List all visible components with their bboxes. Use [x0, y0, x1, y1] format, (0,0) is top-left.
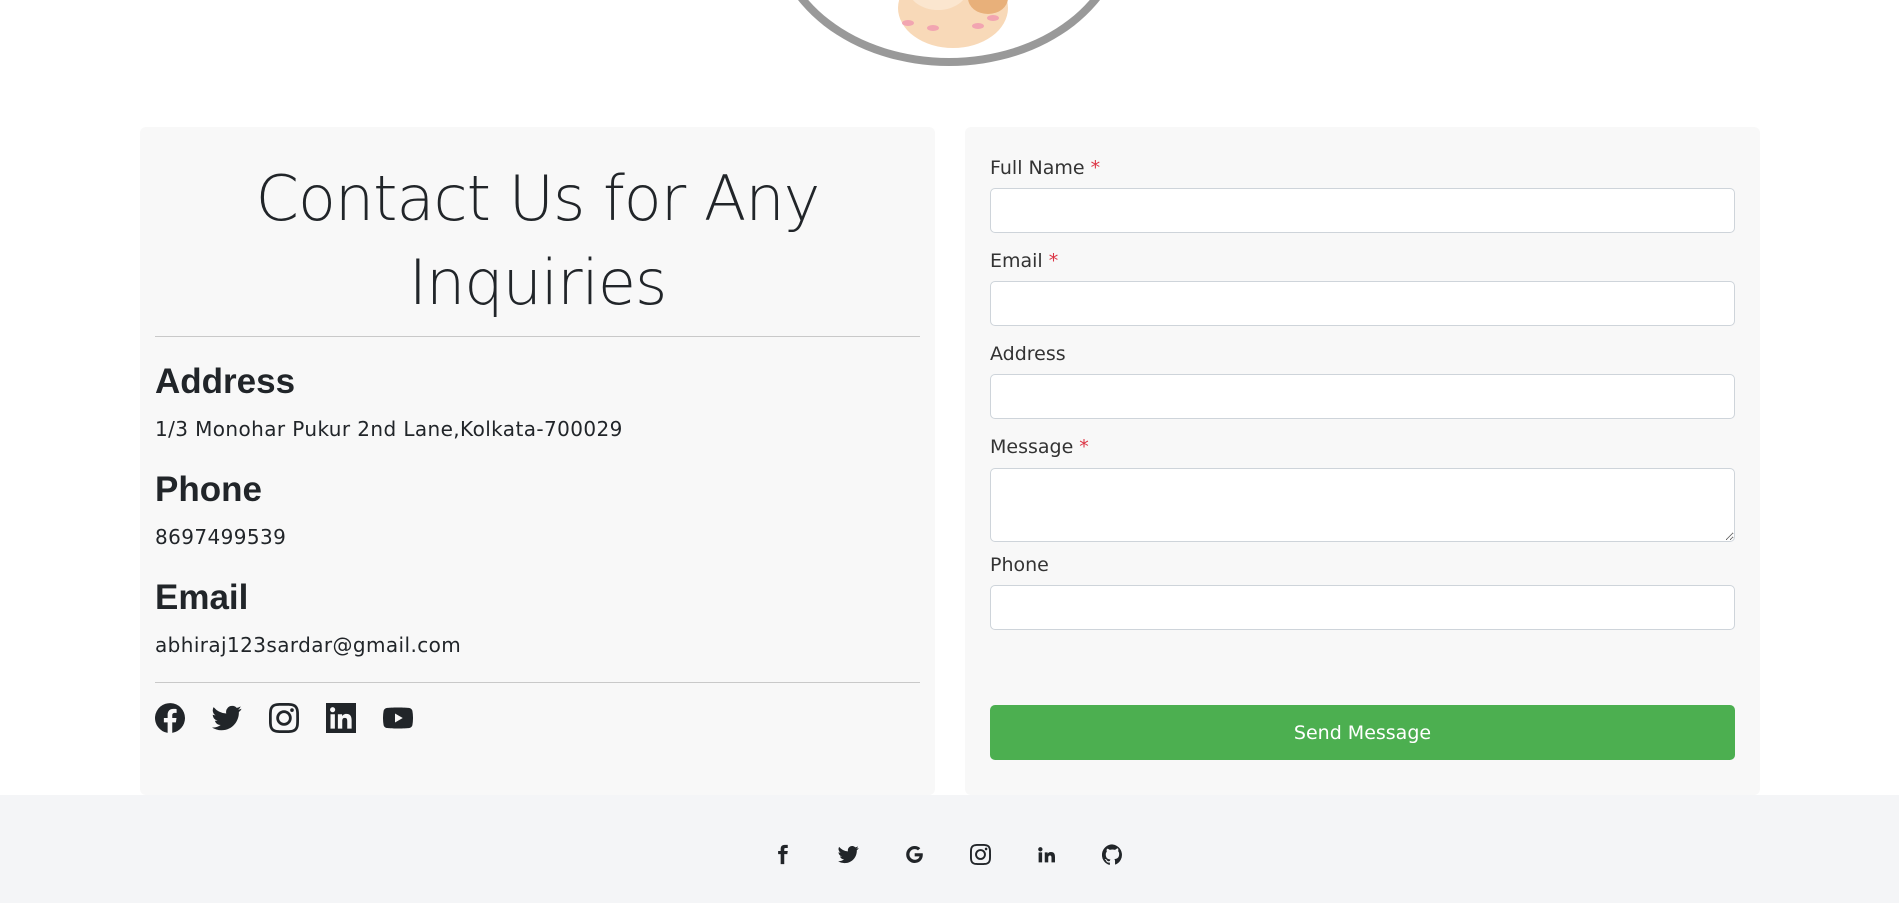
- profile-avatar: [772, 0, 1126, 66]
- message-label-text: Message: [990, 436, 1074, 458]
- message-label: Message *: [990, 436, 1089, 458]
- message-textarea[interactable]: [990, 468, 1735, 542]
- social-links: [154, 702, 413, 733]
- full-name-label: Full Name *: [990, 157, 1100, 179]
- email-input[interactable]: [990, 281, 1735, 326]
- email-heading: Email: [155, 578, 249, 617]
- footer: [0, 795, 1899, 903]
- twitter-icon[interactable]: [836, 842, 860, 866]
- twitter-icon[interactable]: [211, 702, 242, 733]
- required-mark: *: [1090, 157, 1101, 179]
- youtube-icon[interactable]: [382, 702, 413, 733]
- email-label-text: Email: [990, 250, 1043, 272]
- contact-info-card: Contact Us for Any Inquiries Address 1/3…: [140, 127, 935, 795]
- address-label-text: Address: [990, 343, 1066, 365]
- required-mark: *: [1079, 436, 1089, 458]
- footer-social-links: [770, 842, 1124, 866]
- google-icon[interactable]: [902, 842, 926, 866]
- instagram-icon[interactable]: [268, 702, 299, 733]
- full-name-input[interactable]: [990, 188, 1735, 233]
- contact-title: Contact Us for Any Inquiries: [255, 162, 821, 319]
- facebook-icon[interactable]: [154, 702, 185, 733]
- divider: [155, 682, 920, 683]
- linkedin-icon[interactable]: [1034, 842, 1058, 866]
- send-message-button[interactable]: Send Message: [990, 705, 1735, 760]
- contact-form-card: Full Name * Email * Address Message * Phone…: [965, 127, 1760, 795]
- full-name-label-text: Full Name: [990, 157, 1085, 179]
- address-heading: Address: [155, 362, 296, 401]
- phone-value: 8697499539: [155, 525, 287, 549]
- divider: [155, 336, 920, 337]
- email-value: abhiraj123sardar@gmail.com: [155, 633, 462, 657]
- email-label: Email *: [990, 250, 1058, 272]
- phone-input[interactable]: [990, 585, 1735, 630]
- address-input[interactable]: [990, 374, 1735, 419]
- address-label: Address: [990, 343, 1066, 365]
- instagram-icon[interactable]: [968, 842, 992, 866]
- phone-heading: Phone: [155, 470, 262, 509]
- github-icon[interactable]: [1100, 842, 1124, 866]
- facebook-icon[interactable]: [770, 842, 794, 866]
- required-mark: *: [1048, 250, 1059, 272]
- phone-label: Phone: [990, 554, 1049, 576]
- linkedin-icon[interactable]: [325, 702, 356, 733]
- address-value: 1/3 Monohar Pukur 2nd Lane,Kolkata-70002…: [155, 417, 623, 441]
- phone-label-text: Phone: [990, 554, 1049, 576]
- hamster-illustration: [898, 0, 1008, 48]
